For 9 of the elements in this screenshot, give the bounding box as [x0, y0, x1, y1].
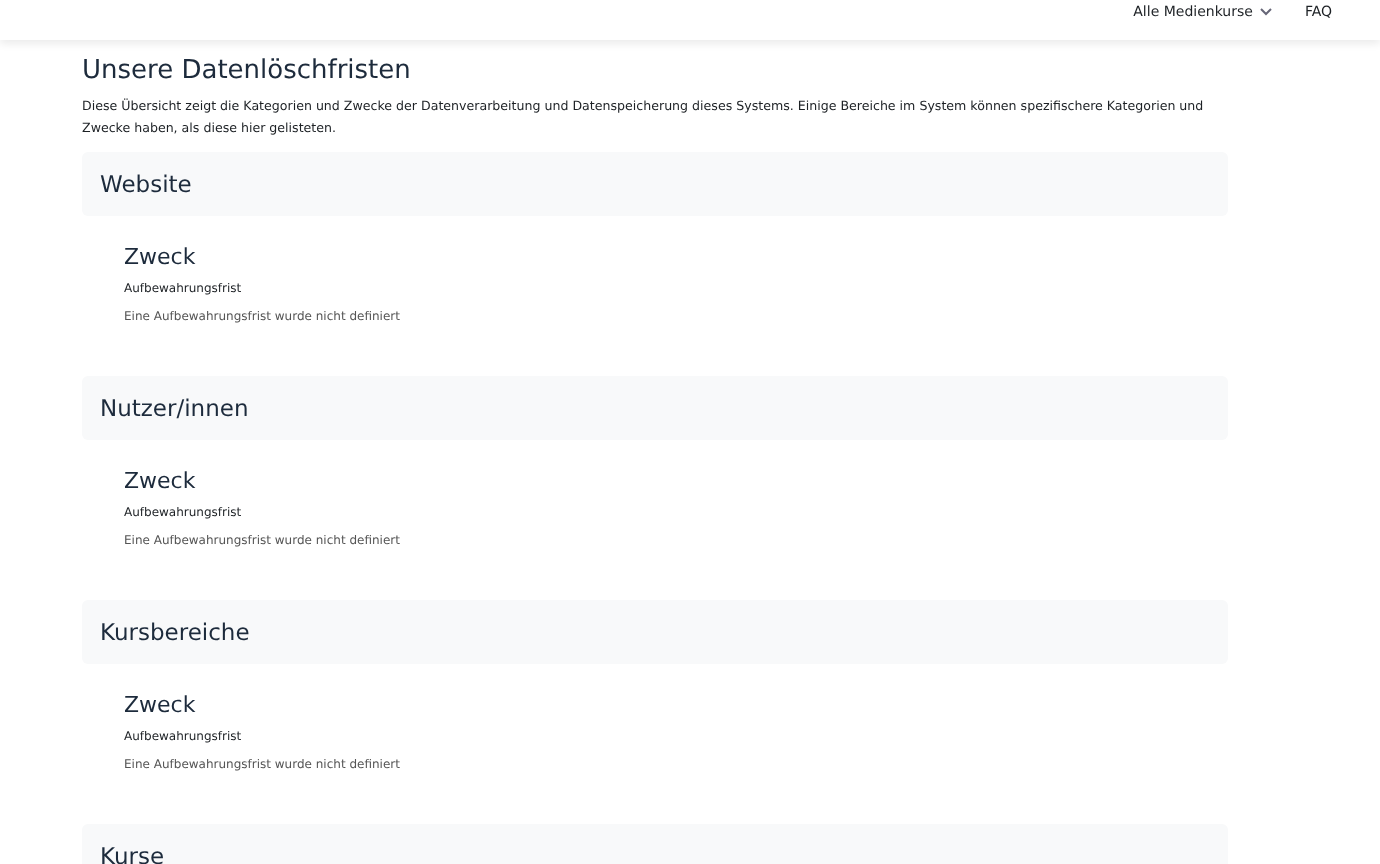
section-title: Website [100, 170, 192, 198]
section-title: Kursbereiche [100, 618, 250, 646]
purpose-heading: Zweck [124, 244, 198, 270]
purpose-heading: Zweck [124, 468, 198, 494]
purpose-heading: Zweck [124, 692, 198, 718]
caret-icon [1260, 8, 1273, 16]
section-title: Nutzer/innen [100, 394, 249, 422]
section-title: Kurse [100, 842, 165, 864]
page-title: Unsere Datenlöschfristen [82, 56, 413, 86]
